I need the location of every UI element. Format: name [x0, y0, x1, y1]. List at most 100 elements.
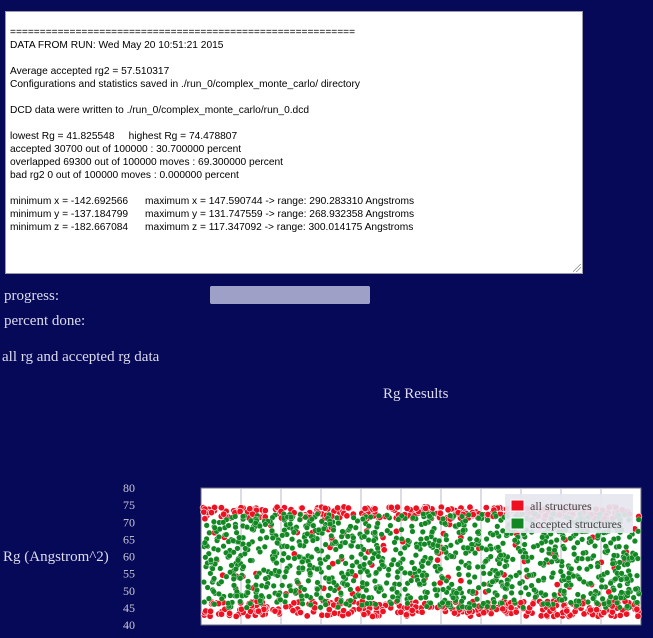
resize-handle-icon[interactable] [573, 264, 581, 272]
accepted-structures-point [437, 566, 444, 572]
accepted-structures-point [258, 592, 265, 599]
accepted-structures-point [213, 556, 220, 562]
accepted-structures-point [303, 538, 309, 545]
accepted-structures-point [538, 547, 545, 554]
all-structures-point [321, 504, 329, 512]
accepted-structures-point [348, 554, 355, 561]
accepted-structures-point [537, 560, 544, 567]
accepted-structures-point [494, 523, 501, 530]
accepted-structures-point [388, 600, 395, 607]
run-log-textarea[interactable]: ========================================… [5, 11, 583, 274]
accepted-structures-point [244, 589, 251, 596]
accepted-structures-point [232, 524, 239, 531]
accepted-structures-point [585, 555, 591, 562]
y-tick-label: 40 [123, 618, 135, 632]
accepted-structures-point [274, 539, 281, 546]
accepted-structures-point [634, 599, 641, 606]
rg-data-section-label: all rg and accepted rg data [2, 349, 160, 365]
accepted-structures-point [466, 579, 473, 585]
accepted-structures-point [473, 536, 480, 543]
accepted-structures-point [204, 584, 211, 591]
accepted-structures-point [270, 582, 277, 589]
accepted-structures-point [289, 536, 296, 543]
y-tick-label: 75 [123, 498, 135, 512]
accepted-structures-point [302, 514, 309, 521]
accepted-structures-point [525, 591, 532, 598]
accepted-structures-point [571, 551, 578, 558]
accepted-structures-point [484, 517, 491, 524]
accepted-structures-point [359, 516, 366, 522]
accepted-structures-point [407, 570, 414, 577]
accepted-structures-point [411, 565, 418, 572]
accepted-structures-point [394, 574, 401, 581]
accepted-structures-point [303, 524, 310, 531]
accepted-structures-point [318, 518, 325, 525]
accepted-structures-point [561, 588, 568, 595]
accepted-structures-point [609, 560, 616, 567]
accepted-structures-point [342, 560, 349, 567]
accepted-structures-point [281, 573, 288, 580]
accepted-structures-point [482, 558, 489, 565]
accepted-structures-point [234, 545, 241, 552]
accepted-structures-point [474, 529, 481, 536]
accepted-structures-point [317, 604, 324, 611]
accepted-structures-point [497, 552, 504, 559]
all-structures-point [343, 512, 351, 520]
progress-label: progress: [4, 288, 59, 304]
accepted-structures-point [210, 588, 217, 595]
accepted-structures-point [362, 554, 369, 561]
accepted-structures-point [218, 578, 225, 585]
accepted-structures-point [610, 586, 617, 593]
accepted-structures-point [233, 529, 240, 536]
accepted-structures-point [301, 586, 308, 593]
accepted-structures-point [535, 577, 542, 584]
accepted-structures-point [338, 553, 345, 560]
accepted-structures-point [210, 518, 217, 525]
accepted-structures-point [611, 552, 617, 559]
y-tick-label: 60 [123, 550, 135, 564]
accepted-structures-point [288, 514, 294, 521]
accepted-structures-point [623, 544, 630, 550]
accepted-structures-point [485, 587, 492, 594]
accepted-structures-point [279, 557, 286, 564]
accepted-structures-point [231, 582, 237, 589]
accepted-structures-point [521, 541, 528, 548]
accepted-structures-point [270, 549, 277, 556]
percent-done-label: percent done: [4, 313, 86, 329]
all-structures-point [344, 610, 352, 618]
legend-swatch [510, 499, 525, 512]
accepted-structures-point [407, 594, 414, 601]
accepted-structures-point [291, 555, 298, 562]
accepted-structures-point [348, 568, 355, 575]
accepted-structures-point [420, 511, 427, 517]
accepted-structures-point [363, 587, 370, 594]
accepted-structures-point [487, 553, 494, 560]
accepted-structures-point [220, 519, 227, 526]
accepted-structures-point [607, 580, 614, 587]
accepted-structures-point [553, 537, 560, 544]
accepted-structures-point [401, 569, 408, 576]
all-structures-point [623, 610, 631, 618]
y-tick-label: 80 [123, 481, 135, 495]
accepted-structures-point [360, 593, 367, 600]
accepted-structures-point [489, 578, 496, 585]
accepted-structures-point [358, 602, 365, 609]
accepted-structures-point [217, 565, 224, 572]
all-structures-point [271, 607, 279, 615]
accepted-structures-point [299, 558, 306, 565]
accepted-structures-point [576, 565, 583, 572]
accepted-structures-point [471, 574, 478, 580]
all-structures-point [331, 609, 339, 617]
accepted-structures-point [220, 543, 227, 550]
accepted-structures-point [236, 534, 243, 541]
all-structures-point [369, 612, 377, 620]
accepted-structures-point [277, 596, 284, 603]
accepted-structures-point [409, 514, 416, 521]
accepted-structures-point [314, 586, 321, 593]
accepted-structures-point [469, 588, 476, 595]
accepted-structures-point [357, 569, 364, 575]
accepted-structures-point [306, 562, 313, 569]
accepted-structures-point [343, 600, 350, 607]
accepted-structures-point [350, 514, 357, 521]
accepted-structures-point [350, 534, 357, 541]
